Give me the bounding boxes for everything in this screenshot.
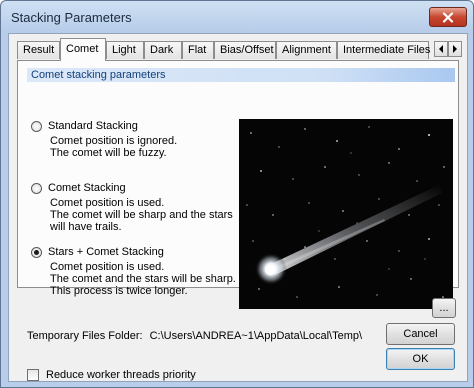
tab-scroll-left-button[interactable] [434, 41, 448, 57]
comet-preview-image [239, 119, 453, 309]
radio-button[interactable] [31, 182, 42, 194]
title-bar[interactable]: Stacking Parameters [1, 1, 473, 33]
tab-label: Bias/Offset [220, 44, 274, 56]
tab-result[interactable]: Result [17, 41, 60, 59]
stars-comet-stacking-description: Comet position is used. The comet and th… [50, 261, 236, 297]
comet-tab-page: Comet stacking parameters Standard Stack… [17, 60, 459, 309]
arrow-left-icon [439, 45, 443, 53]
tab-flat[interactable]: Flat [182, 41, 214, 59]
radio-button[interactable] [31, 246, 42, 258]
radio-button[interactable] [31, 120, 42, 132]
description-line: The comet and the stars will be sharp. [50, 273, 236, 285]
close-button[interactable] [429, 7, 467, 27]
tab-alignment[interactable]: Alignment [276, 41, 337, 59]
reduce-threads-label: Reduce worker threads priority [46, 369, 196, 381]
radio-comet-stacking[interactable]: Comet Stacking [31, 181, 126, 195]
radio-label: Stars + Comet Stacking [48, 246, 164, 258]
reduce-threads-checkbox[interactable] [27, 369, 39, 381]
tab-label: Dark [150, 44, 174, 56]
browse-folder-button[interactable]: ... [432, 298, 456, 318]
tab-scroll-right-button[interactable] [448, 41, 462, 57]
cancel-button[interactable]: Cancel [386, 323, 455, 345]
radio-selected-dot [34, 249, 39, 255]
radio-label: Standard Stacking [48, 120, 138, 132]
tab-label: Intermediate Files [343, 44, 431, 56]
tab-strip: Result Comet Light Dark Flat Bias/Offset… [17, 38, 463, 61]
radio-stars-comet-stacking[interactable]: Stars + Comet Stacking [31, 245, 164, 259]
radio-label: Comet Stacking [48, 182, 126, 194]
temp-folder-path: C:\Users\ANDREA~1\AppData\Local\Temp\ [149, 330, 363, 342]
button-label: Cancel [403, 328, 438, 340]
description-line: Comet position is used. [50, 261, 165, 273]
temp-folder-row: Temporary Files Folder: C:\Users\ANDREA~… [27, 330, 362, 342]
tab-label: Light [112, 44, 136, 56]
tab-intermediate-files[interactable]: Intermediate Files [337, 41, 431, 59]
description-line: The comet will be fuzzy. [50, 147, 167, 159]
radio-standard-stacking[interactable]: Standard Stacking [31, 119, 138, 133]
description-line: This process is twice longer. [50, 285, 188, 297]
button-label: OK [412, 353, 429, 365]
tab-bias-offset[interactable]: Bias/Offset [214, 41, 276, 59]
comet-stacking-description: Comet position is used. The comet will b… [50, 197, 233, 233]
description-line: will have trails. [50, 221, 122, 233]
tab-label: Comet [66, 43, 99, 55]
close-icon [442, 11, 454, 23]
tab-label: Alignment [282, 44, 331, 56]
reduce-threads-checkbox-row[interactable]: Reduce worker threads priority [27, 369, 196, 381]
tab-label: Result [23, 44, 55, 56]
dialog-client-area: Result Comet Light Dark Flat Bias/Offset… [8, 33, 468, 382]
temp-folder-label: Temporary Files Folder: [27, 330, 143, 342]
description-line: Comet position is ignored. [50, 135, 178, 147]
group-header: Comet stacking parameters [27, 68, 455, 82]
standard-stacking-description: Comet position is ignored. The comet wil… [50, 135, 177, 159]
ok-button[interactable]: OK [386, 348, 455, 370]
tab-light[interactable]: Light [106, 41, 144, 59]
window-title: Stacking Parameters [11, 10, 132, 25]
description-line: The comet will be sharp and the stars [50, 209, 233, 221]
button-label: ... [439, 302, 449, 314]
description-line: Comet position is used. [50, 197, 165, 209]
tab-label: Flat [188, 44, 207, 56]
tab-comet[interactable]: Comet [60, 38, 106, 61]
tab-dark[interactable]: Dark [144, 41, 182, 59]
stacking-parameters-window: Stacking Parameters Result Comet Light D… [0, 0, 474, 388]
arrow-right-icon [453, 45, 457, 53]
